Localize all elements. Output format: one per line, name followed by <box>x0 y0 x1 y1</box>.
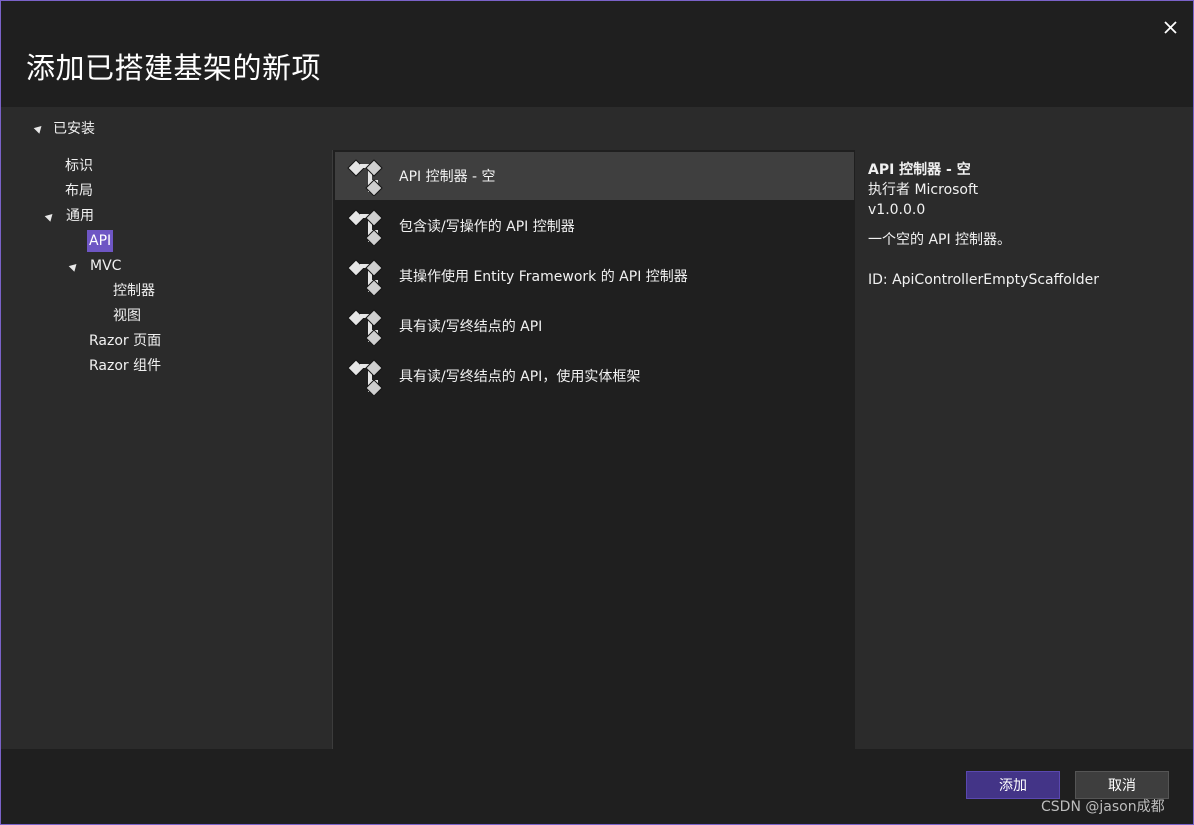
detail-description: 一个空的 API 控制器。 <box>868 232 1012 248</box>
installed-label: 已安装 <box>53 121 95 137</box>
tree-item-label: MVC <box>90 258 122 274</box>
list-item-label: API 控制器 - 空 <box>399 169 496 185</box>
scaffold-icon <box>347 159 383 196</box>
list-item[interactable]: 其操作使用 Entity Framework 的 API 控制器 <box>335 252 854 300</box>
dialog-title: 添加已搭建基架的新项 <box>26 51 322 85</box>
installed-node[interactable]: 已安装 <box>33 118 95 138</box>
tree-item-label: API <box>87 230 114 252</box>
tree-item-label: 控制器 <box>113 283 155 299</box>
tree-item-label: Razor 页面 <box>89 333 162 349</box>
close-icon <box>1163 20 1177 34</box>
tree-item-razor-components[interactable]: Razor 组件 <box>87 355 163 377</box>
list-item[interactable]: 包含读/写操作的 API 控制器 <box>335 202 854 250</box>
tree-item-mvc[interactable]: MVC <box>68 255 123 277</box>
scaffold-icon <box>347 259 383 296</box>
tree-item-view[interactable]: 视图 <box>111 305 143 327</box>
expand-triangle-icon <box>33 122 45 134</box>
tree-item-common[interactable]: 通用 <box>44 205 96 227</box>
scaffold-icon <box>347 359 383 396</box>
title-bar: 添加已搭建基架的新项 <box>1 1 1193 107</box>
scaffold-icon <box>347 209 383 246</box>
list-item[interactable]: API 控制器 - 空 <box>335 152 854 200</box>
dialog-body: 已安装 标识 布局 通用 API MVC 控制器 视图 Razor 页面 Raz… <box>1 107 1193 749</box>
tree-item-label: 通用 <box>66 208 94 224</box>
tree-item-api[interactable]: API <box>87 230 114 252</box>
dialog-footer: 添加 取消 <box>1 749 1193 824</box>
tree-item-layout[interactable]: 布局 <box>63 180 95 202</box>
detail-id: ID: ApiControllerEmptyScaffolder <box>868 272 1099 288</box>
watermark: CSDN @jason成都 <box>1041 799 1165 815</box>
close-button[interactable] <box>1156 13 1184 41</box>
detail-panel: API 控制器 - 空 执行者 Microsoft v1.0.0.0 一个空的 … <box>868 160 1183 290</box>
list-item-label: 具有读/写终结点的 API，使用实体框架 <box>399 369 641 385</box>
detail-author: 执行者 Microsoft <box>868 182 979 198</box>
list-item-label: 包含读/写操作的 API 控制器 <box>399 219 575 235</box>
tree-item-label: Razor 组件 <box>89 358 162 374</box>
expand-triangle-icon <box>68 260 80 272</box>
tree-item-label: 视图 <box>113 308 141 324</box>
expand-triangle-icon <box>44 210 56 222</box>
tree-item-identity[interactable]: 标识 <box>63 155 95 177</box>
add-button[interactable]: 添加 <box>966 771 1060 799</box>
list-item[interactable]: 具有读/写终结点的 API <box>335 302 854 350</box>
list-item-label: 具有读/写终结点的 API <box>399 319 543 335</box>
detail-version: v1.0.0.0 <box>868 202 926 218</box>
list-item-label: 其操作使用 Entity Framework 的 API 控制器 <box>399 269 688 285</box>
template-list: API 控制器 - 空 包含读/写操作的 API 控制器 其操作使用 Entit… <box>332 150 855 749</box>
tree-item-label: 布局 <box>65 183 93 199</box>
cancel-button[interactable]: 取消 <box>1075 771 1169 799</box>
detail-title: API 控制器 - 空 <box>868 162 971 178</box>
tree-item-razor-pages[interactable]: Razor 页面 <box>87 330 163 352</box>
tree-item-label: 标识 <box>65 158 93 174</box>
list-item[interactable]: 具有读/写终结点的 API，使用实体框架 <box>335 352 854 400</box>
scaffold-dialog: 添加已搭建基架的新项 已安装 标识 布局 通用 API MVC 控制器 视图 R… <box>0 0 1194 825</box>
tree-item-controller[interactable]: 控制器 <box>111 280 157 302</box>
scaffold-icon <box>347 309 383 346</box>
